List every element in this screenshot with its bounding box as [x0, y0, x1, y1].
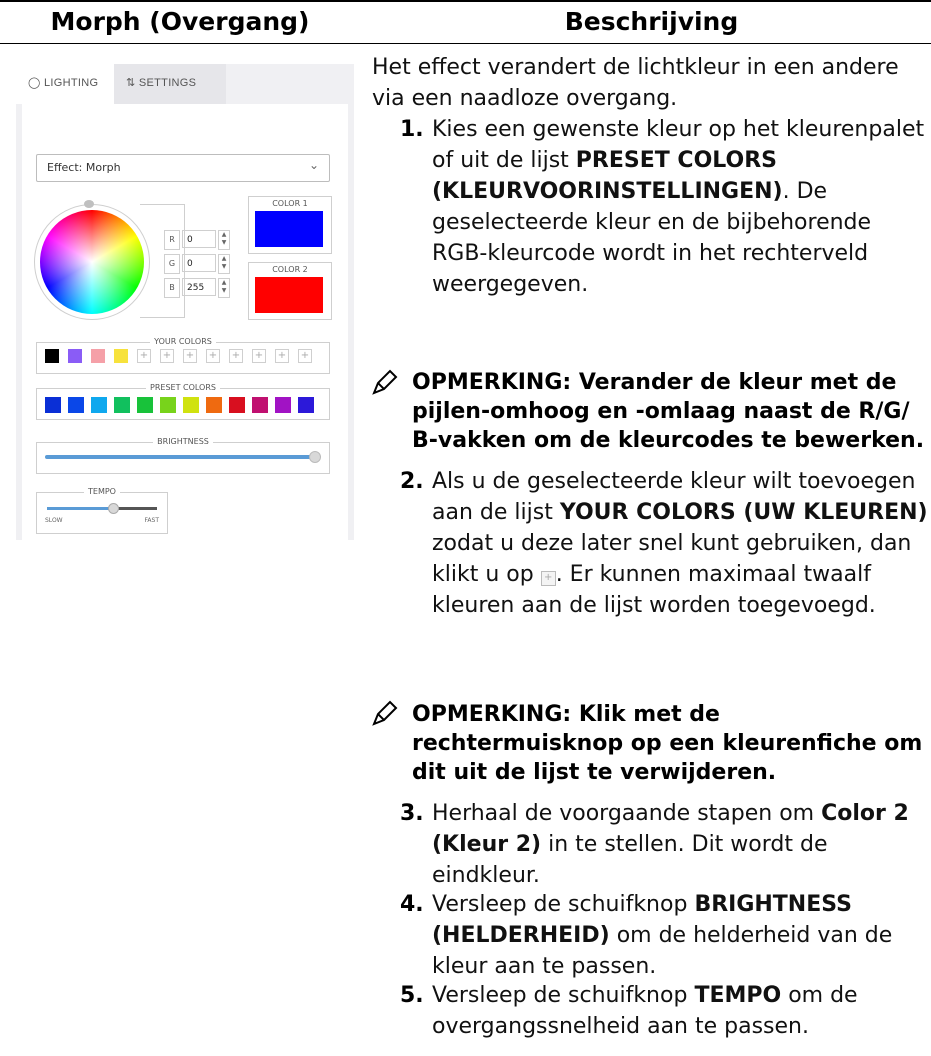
rgb-g-input[interactable]: 0: [182, 254, 216, 272]
effect-value: Effect: Morph: [47, 161, 121, 174]
color-wheel-handle[interactable]: [84, 200, 94, 208]
add-color-icon: +: [540, 571, 556, 586]
preset-color-swatch[interactable]: [137, 397, 153, 413]
add-color-slot[interactable]: +: [229, 349, 243, 363]
preset-color-swatch[interactable]: [229, 397, 245, 413]
rgb-r-input[interactable]: 0: [182, 230, 216, 248]
preset-color-swatch[interactable]: [183, 397, 199, 413]
step5-bold: TEMPO: [694, 983, 782, 1008]
rgb-g-stepper[interactable]: ▲ ▼: [218, 254, 230, 274]
preset-color-swatch[interactable]: [114, 397, 130, 413]
step5-number: 5.: [400, 983, 424, 1008]
rgb-b-row: B 255 ▲ ▼: [164, 278, 234, 298]
note1-text: OPMERKING: Verander de kleur met de pijl…: [412, 370, 925, 453]
step5-text: Versleep de schuifknop TEMPO om de overg…: [432, 980, 928, 1042]
intro-text: Het effect verandert de lichtkleur in ee…: [372, 55, 899, 111]
rgb-r-row: R 0 ▲ ▼: [164, 230, 234, 250]
preset-color-swatch[interactable]: [45, 397, 61, 413]
preset-color-swatch[interactable]: [160, 397, 176, 413]
rgb-g-row: G 0 ▲ ▼: [164, 254, 234, 274]
your-color-swatch[interactable]: [114, 349, 128, 363]
add-color-slot[interactable]: +: [275, 349, 289, 363]
color2-label: COLOR 2: [272, 265, 308, 274]
color2-swatch[interactable]: [255, 277, 323, 313]
tempo-section: TEMPO SLOW FAST: [36, 487, 168, 534]
rgb-b-input[interactable]: 255: [182, 278, 216, 296]
brightness-slider-knob[interactable]: [309, 451, 321, 463]
step5-pre: Versleep de schuifknop: [432, 983, 688, 1008]
step2-number: 2.: [400, 469, 424, 494]
your-color-swatch[interactable]: [68, 349, 82, 363]
your-color-swatch[interactable]: [45, 349, 59, 363]
preset-color-swatch[interactable]: [68, 397, 84, 413]
step2-text: Als u de geselecteerde kleur wilt toevoe…: [432, 466, 928, 621]
step4-number: 4.: [400, 892, 424, 917]
preset-color-swatch[interactable]: [252, 397, 268, 413]
color-wheel-group: [34, 200, 150, 322]
pencil-icon: [372, 700, 398, 726]
tempo-slider-knob[interactable]: [108, 503, 119, 514]
add-color-slot[interactable]: +: [206, 349, 220, 363]
preset-color-swatch[interactable]: [206, 397, 222, 413]
preset-color-swatch[interactable]: [275, 397, 291, 413]
step3-pre: Herhaal de voorgaande stapen om: [432, 801, 815, 826]
your-colors-label: YOUR COLORS: [150, 337, 216, 346]
tab-settings[interactable]: ⇅ SETTINGS: [114, 64, 226, 104]
step3-text: Herhaal de voorgaande stapen om Color 2 …: [432, 798, 928, 891]
color1-swatch[interactable]: [255, 211, 323, 247]
tempo-label: TEMPO: [84, 487, 120, 496]
brightness-section: BRIGHTNESS: [36, 437, 330, 474]
step1-text: Kies een gewenste kleur op het kleurenpa…: [432, 114, 928, 300]
tempo-slider-track[interactable]: [47, 503, 157, 514]
pencil-icon: [372, 369, 398, 395]
add-color-slot[interactable]: +: [160, 349, 174, 363]
rgb-r-stepper[interactable]: ▲ ▼: [218, 230, 230, 250]
tempo-slow-label: SLOW: [45, 517, 63, 524]
color2-box[interactable]: COLOR 2: [248, 262, 332, 320]
brightness-slider-track[interactable]: [45, 455, 313, 459]
color1-box[interactable]: COLOR 1: [248, 196, 332, 254]
add-color-slot[interactable]: +: [252, 349, 266, 363]
tempo-slider-fill: [47, 507, 113, 510]
header-right: Beschrijving: [564, 7, 739, 36]
tab-settings-label: SETTINGS: [138, 77, 197, 89]
your-colors-section: YOUR COLORS + + + + + + + +: [36, 337, 330, 374]
tab-bar: ◯ LIGHTING ⇅ SETTINGS: [16, 64, 226, 104]
brightness-label: BRIGHTNESS: [153, 437, 213, 446]
step4-text: Versleep de schuifknop BRIGHTNESS (HELDE…: [432, 889, 928, 982]
note2-text: OPMERKING: Klik met de rechtermuisknop o…: [412, 702, 923, 785]
step1-number: 1.: [400, 117, 424, 142]
color-wheel[interactable]: [40, 210, 144, 314]
preset-color-swatch[interactable]: [298, 397, 314, 413]
tempo-fast-label: FAST: [144, 517, 159, 524]
rgb-b-label: B: [164, 278, 180, 298]
bulb-icon: ◯: [28, 77, 41, 89]
rgb-g-label: G: [164, 254, 180, 274]
chevron-down-icon: ⌄: [308, 158, 319, 172]
your-color-swatch[interactable]: [91, 349, 105, 363]
preset-colors-label: PRESET COLORS: [146, 383, 220, 392]
add-color-slot[interactable]: +: [298, 349, 312, 363]
table-header: Morph (Overgang) Beschrijving: [0, 0, 931, 44]
color1-label: COLOR 1: [272, 199, 308, 208]
tab-lighting-label: LIGHTING: [43, 77, 99, 89]
tab-lighting[interactable]: ◯ LIGHTING: [28, 76, 98, 89]
add-color-slot[interactable]: +: [137, 349, 151, 363]
step2-bold: YOUR COLORS (UW KLEUREN): [559, 500, 928, 525]
add-color-slot[interactable]: +: [183, 349, 197, 363]
rgb-b-stepper[interactable]: ▲ ▼: [218, 278, 230, 298]
preset-colors-section: PRESET COLORS: [36, 383, 330, 420]
effect-dropdown[interactable]: Effect: Morph ⌄: [36, 154, 330, 182]
step4-pre: Versleep de schuifknop: [432, 892, 688, 917]
step3-number: 3.: [400, 801, 424, 826]
header-left: Morph (Overgang): [50, 7, 310, 36]
sliders-icon: ⇅: [126, 77, 136, 89]
rgb-r-label: R: [164, 230, 180, 250]
preset-color-swatch[interactable]: [91, 397, 107, 413]
